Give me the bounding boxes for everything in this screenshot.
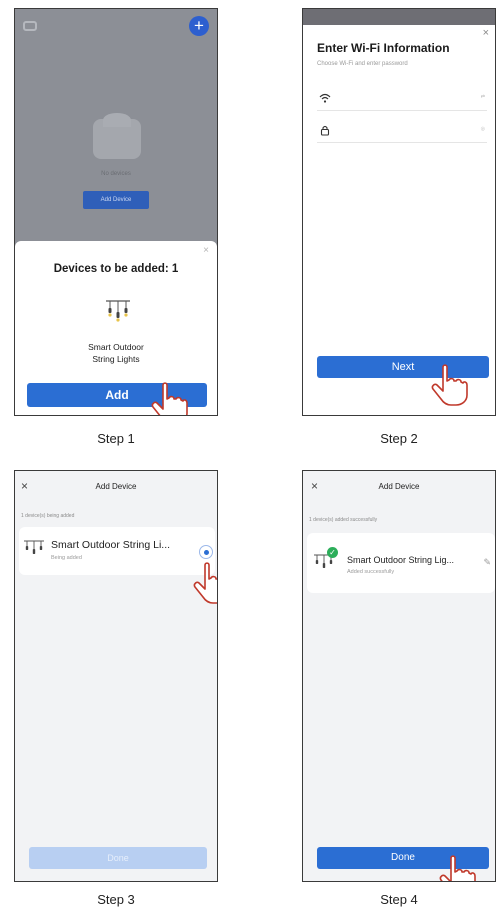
- switch-wifi-icon[interactable]: ⇄: [481, 94, 485, 100]
- device-card: Smart Outdoor String Li... Being added: [19, 527, 215, 575]
- sheet-title: Devices to be added: 1: [53, 263, 179, 275]
- loading-indicator: [199, 545, 213, 559]
- edit-pencil-icon[interactable]: ✎: [483, 557, 491, 568]
- show-password-icon[interactable]: ◎: [481, 126, 485, 132]
- step2-phone-screen: × Enter Wi-Fi Information Choose Wi-Fi a…: [302, 8, 496, 416]
- status-strip: [303, 9, 495, 25]
- string-lights-icon: [106, 300, 130, 322]
- header-title: Add Device: [378, 482, 420, 491]
- add-device-header: × Add Device: [15, 471, 217, 501]
- home-topbar: +: [15, 9, 217, 43]
- close-icon[interactable]: ×: [483, 27, 489, 39]
- tap-hand-icon: [193, 562, 217, 604]
- device-name-line1: Smart Outdoor: [88, 342, 144, 352]
- page-title: Enter Wi-Fi Information: [317, 41, 450, 55]
- close-icon[interactable]: ×: [203, 245, 209, 256]
- tap-hand-icon: [439, 855, 476, 881]
- device-name: Smart Outdoor String Lig...: [347, 555, 455, 565]
- step1-phone-screen: + No devices Add Device × Devices to be …: [14, 8, 218, 416]
- success-check-icon: ✓: [327, 547, 338, 558]
- step3-caption: Step 3: [97, 892, 135, 907]
- step4-caption: Step 4: [380, 892, 418, 907]
- step3-phone-screen: × Add Device 1 device(s) being added Sma…: [14, 470, 218, 882]
- success-status-text: 1 device(s) added successfully: [309, 517, 378, 523]
- home-menu-icon[interactable]: [23, 21, 37, 31]
- step2-caption: Step 2: [380, 431, 418, 446]
- tap-hand-icon: [151, 382, 188, 415]
- lock-icon: [320, 125, 330, 136]
- string-lights-icon: [24, 540, 44, 554]
- wifi-icon: [319, 93, 331, 103]
- add-plus-button[interactable]: +: [189, 16, 209, 36]
- tap-hand-icon: [431, 364, 468, 406]
- empty-home-illustration: [93, 113, 141, 159]
- step4-phone-screen: × Add Device 1 device(s) added successfu…: [302, 470, 496, 882]
- wifi-name-field[interactable]: ⇄: [317, 85, 487, 111]
- step1-caption: Step 1: [97, 431, 135, 446]
- device-card: ✓ Smart Outdoor String Lig... Added succ…: [307, 533, 495, 593]
- device-name: Smart Outdoor String Li...: [51, 539, 171, 551]
- wifi-password-field[interactable]: ◎: [317, 117, 487, 143]
- no-devices-label: No devices: [101, 171, 131, 177]
- page-subtitle: Choose Wi-Fi and enter password: [317, 61, 408, 67]
- device-name: Smart Outdoor String Lights: [15, 341, 217, 365]
- device-name-line2: String Lights: [92, 354, 140, 364]
- device-status: Being added: [51, 555, 82, 561]
- done-button-disabled[interactable]: Done: [29, 847, 207, 869]
- device-status: Added successfully: [347, 569, 395, 575]
- header-title: Add Device: [95, 482, 137, 491]
- adding-status-text: 1 device(s) being added: [21, 513, 75, 519]
- add-device-button[interactable]: Add Device: [83, 191, 149, 209]
